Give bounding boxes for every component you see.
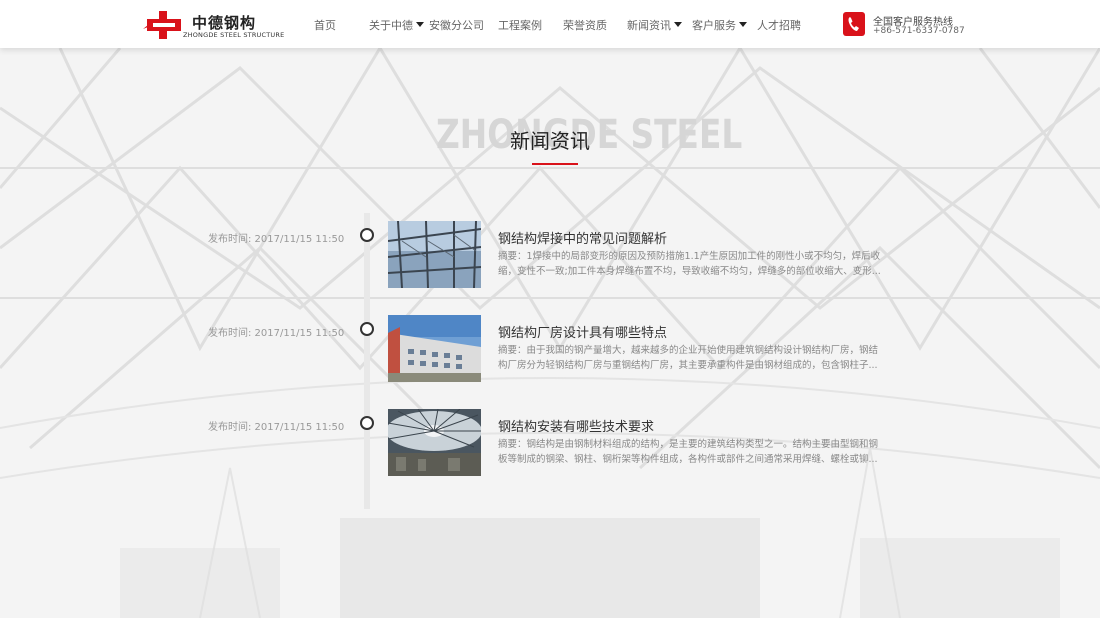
section-title: 新闻资讯: [510, 129, 590, 153]
timeline-dot: [360, 322, 374, 336]
nav-customer-service[interactable]: 客户服务: [692, 17, 747, 33]
nav-careers[interactable]: 人才招聘: [757, 17, 801, 33]
nav-customer-service-label: 客户服务: [692, 19, 736, 32]
news-thumbnail[interactable]: [388, 409, 481, 476]
nav-about[interactable]: 关于中德: [369, 17, 424, 33]
news-title[interactable]: 钢结构厂房设计具有哪些特点: [498, 322, 667, 341]
nav-about-label: 关于中德: [369, 19, 413, 32]
logo-english-name: ZHONGDE STEEL STRUCTURE: [183, 31, 285, 39]
news-thumbnail[interactable]: [388, 315, 481, 382]
nav-anhui-branch-label: 安徽分公司: [429, 19, 484, 32]
nav-home-label: 首页: [314, 19, 336, 32]
nav-home[interactable]: 首页: [314, 17, 336, 33]
news-item[interactable]: 发布时间: 2017/11/15 11:50 钢结构厂房设计具有哪些特点 摘要：…: [0, 315, 1100, 392]
news-date: 发布时间: 2017/11/15 11:50: [208, 234, 345, 245]
chevron-down-icon: [739, 22, 747, 27]
hotline-number[interactable]: +86-571-6337-0787: [873, 26, 965, 36]
logo-chinese-name: 中德钢构: [192, 14, 257, 32]
news-item[interactable]: 发布时间: 2017/11/15 11:50 钢结构安装有哪些技术要求 摘要：钢…: [0, 409, 1100, 486]
news-summary: 摘要：由于我国的钢产量增大，越来越多的企业开始使用建筑钢结构设计钢结构厂房，钢结…: [498, 345, 879, 371]
news-title[interactable]: 钢结构安装有哪些技术要求: [498, 416, 654, 435]
nav-anhui-branch[interactable]: 安徽分公司: [429, 17, 484, 33]
site-header: 中德钢构 ZHONGDE STEEL STRUCTURE 首页 关于中德 安徽分…: [0, 0, 1100, 48]
logo[interactable]: 中德钢构 ZHONGDE STEEL STRUCTURE: [143, 9, 284, 41]
nav-projects[interactable]: 工程案例: [498, 17, 542, 33]
nav-honors-label: 荣誉资质: [563, 19, 607, 32]
phone-icon: [843, 12, 865, 36]
nav-news-label: 新闻资讯: [627, 19, 671, 32]
timeline-dot: [360, 228, 374, 242]
title-underline: [532, 163, 578, 165]
nav-projects-label: 工程案例: [498, 19, 542, 32]
chevron-down-icon: [674, 22, 682, 27]
news-date: 发布时间: 2017/11/15 11:50: [208, 328, 345, 339]
news-summary: 摘要：1焊接中的局部变形的原因及预防措施1.1产生原因加工件的刚性小或不均匀，焊…: [498, 251, 881, 277]
chevron-down-icon: [416, 22, 424, 27]
nav-honors[interactable]: 荣誉资质: [563, 17, 607, 33]
news-title[interactable]: 钢结构焊接中的常见问题解析: [498, 228, 667, 247]
nav-news[interactable]: 新闻资讯: [627, 17, 682, 33]
logo-mark-icon: [143, 11, 181, 39]
news-thumbnail[interactable]: [388, 221, 481, 288]
steel-dome-image: [388, 409, 481, 476]
nav-careers-label: 人才招聘: [757, 19, 801, 32]
news-item[interactable]: 发布时间: 2017/11/15 11:50 钢结构焊接中的常见问题解析 摘要：…: [0, 221, 1100, 298]
steel-frame-image: [388, 221, 481, 288]
news-summary: 摘要：钢结构是由钢制材料组成的结构，是主要的建筑结构类型之一。结构主要由型钢和钢…: [498, 439, 879, 465]
timeline-dot: [360, 416, 374, 430]
news-date: 发布时间: 2017/11/15 11:50: [208, 422, 345, 433]
factory-building-image: [388, 315, 481, 382]
